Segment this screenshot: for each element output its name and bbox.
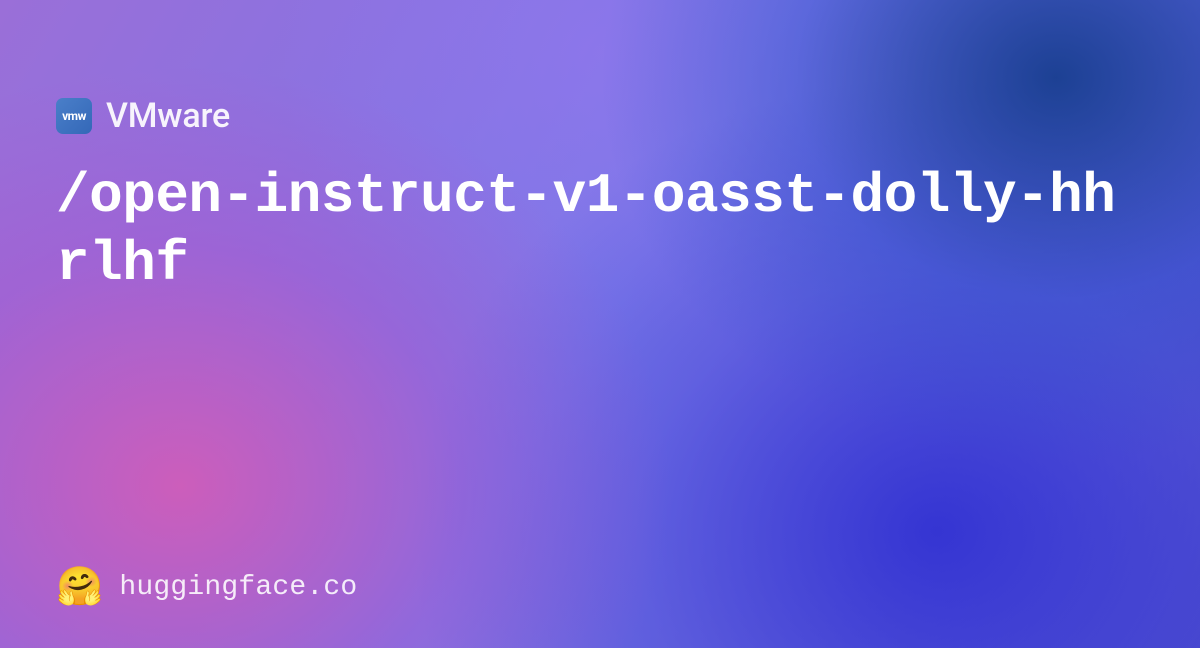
hugging-face-icon: 🤗: [56, 568, 103, 606]
org-row: vmw VMware: [56, 96, 1144, 136]
site-domain: huggingface.co: [119, 572, 357, 603]
footer: 🤗 huggingface.co: [56, 568, 357, 606]
org-name: VMware: [106, 96, 230, 136]
card-content: vmw VMware /open-instruct-v1-oasst-dolly…: [0, 0, 1200, 648]
org-logo: vmw: [56, 98, 92, 134]
repo-path: /open-instruct-v1-oasst-dolly-hhrlhf: [56, 162, 1144, 299]
